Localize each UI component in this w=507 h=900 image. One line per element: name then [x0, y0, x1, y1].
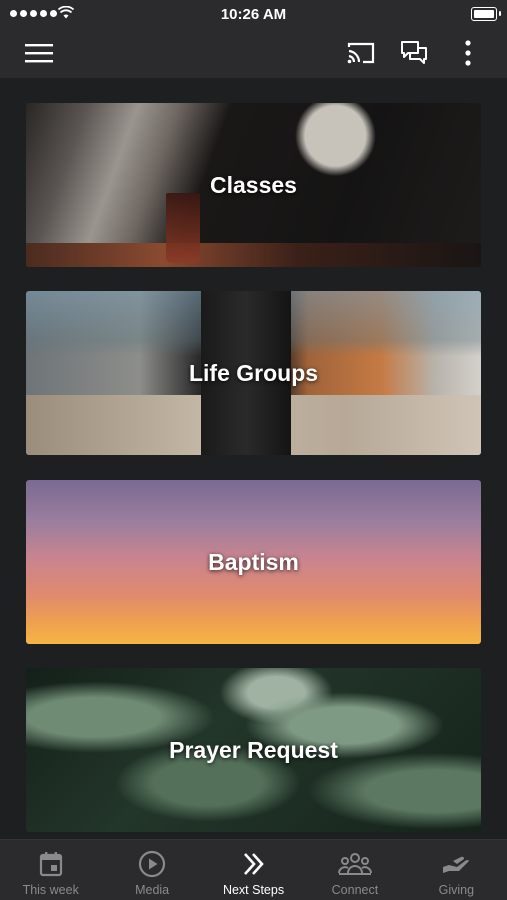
menu-button[interactable] [22, 36, 56, 70]
cast-button[interactable] [344, 36, 378, 70]
bottom-navigation: This week Media Next Steps Connect Givin… [0, 839, 507, 900]
chat-button[interactable] [397, 36, 431, 70]
group-icon [337, 853, 372, 875]
nav-media[interactable]: Media [101, 840, 202, 900]
more-options-button[interactable] [451, 36, 485, 70]
hamburger-icon [25, 44, 53, 63]
nav-label: Media [135, 883, 170, 897]
battery-icon [471, 7, 501, 21]
card-life-groups[interactable]: Life Groups [26, 291, 481, 455]
nav-label: Giving [438, 883, 475, 897]
next-steps-list: Classes Life Groups Baptism Prayer Reque… [0, 80, 507, 840]
cast-icon [347, 42, 375, 64]
nav-next-steps[interactable]: Next Steps [203, 840, 304, 900]
nav-label: Connect [331, 883, 379, 897]
play-circle-icon [139, 850, 166, 878]
card-title: Baptism [208, 548, 299, 575]
status-bar: 10:26 AM [0, 0, 507, 28]
status-time: 10:26 AM [220, 6, 287, 23]
card-title: Life Groups [188, 359, 319, 386]
app-bar [0, 28, 507, 78]
card-prayer-request[interactable]: Prayer Request [26, 668, 481, 832]
card-title: Prayer Request [169, 736, 338, 763]
nav-label: Next Steps [222, 883, 285, 897]
card-classes[interactable]: Classes [26, 103, 481, 267]
nav-giving[interactable]: Giving [406, 840, 507, 900]
double-chevron-right-icon [243, 853, 264, 875]
nav-this-week[interactable]: This week [0, 840, 101, 900]
card-title: Classes [210, 171, 297, 198]
calendar-icon [39, 852, 62, 877]
nav-connect[interactable]: Connect [304, 840, 405, 900]
giving-hand-icon [443, 856, 470, 873]
chat-icon [401, 41, 427, 64]
nav-label: This week [22, 883, 79, 897]
card-baptism[interactable]: Baptism [26, 480, 481, 644]
more-vertical-icon [465, 40, 471, 66]
